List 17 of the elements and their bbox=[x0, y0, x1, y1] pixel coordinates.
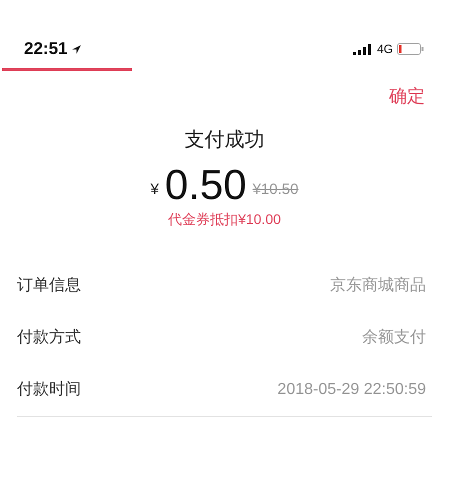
detail-value: 余额支付 bbox=[362, 328, 426, 348]
network-type: 4G bbox=[376, 41, 393, 58]
battery-icon bbox=[397, 43, 424, 55]
detail-label: 付款时间 bbox=[17, 380, 81, 400]
detail-value: 2018-05-29 22:50:59 bbox=[277, 380, 426, 400]
detail-label: 付款方式 bbox=[17, 328, 81, 348]
status-time: 22:51 bbox=[24, 38, 68, 60]
currency-symbol: ¥ bbox=[150, 180, 159, 200]
original-price: ¥10.50 bbox=[252, 180, 298, 200]
discount-note: 代金券抵扣¥10.00 bbox=[168, 210, 281, 229]
signal-icon bbox=[352, 44, 373, 54]
detail-label: 订单信息 bbox=[17, 276, 81, 296]
detail-value: 京东商城商品 bbox=[330, 276, 426, 296]
location-arrow-icon bbox=[71, 44, 82, 54]
confirm-button[interactable]: 确定 bbox=[389, 83, 425, 110]
paid-amount: 0.50 bbox=[164, 161, 247, 209]
payment-title: 支付成功 bbox=[184, 128, 264, 153]
